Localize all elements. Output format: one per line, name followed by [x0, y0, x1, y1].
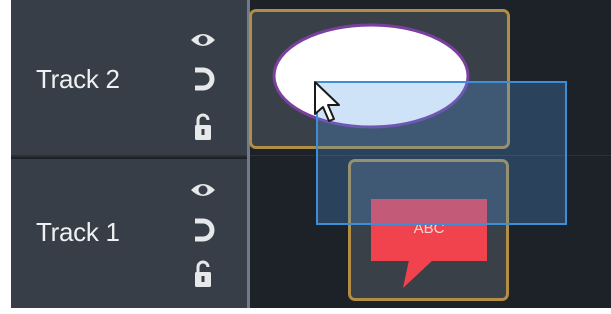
eye-icon[interactable]	[189, 29, 217, 55]
track-header-1[interactable]: Track 1	[11, 159, 247, 308]
selection-rectangle	[316, 81, 567, 225]
magnet-icon[interactable]	[189, 217, 217, 243]
timeline-panel: Track 2 Track 1 ABC	[0, 0, 611, 314]
lock-open-icon[interactable]	[189, 112, 217, 140]
track-label: Track 2	[36, 64, 120, 94]
lock-open-icon[interactable]	[189, 259, 217, 287]
eye-icon[interactable]	[189, 179, 217, 205]
timeline: Track 2 Track 1 ABC	[11, 0, 611, 308]
magnet-icon[interactable]	[189, 66, 217, 92]
track-header-2[interactable]: Track 2	[11, 0, 247, 157]
arrow-cursor-icon	[314, 81, 340, 122]
track-label: Track 1	[36, 217, 120, 247]
